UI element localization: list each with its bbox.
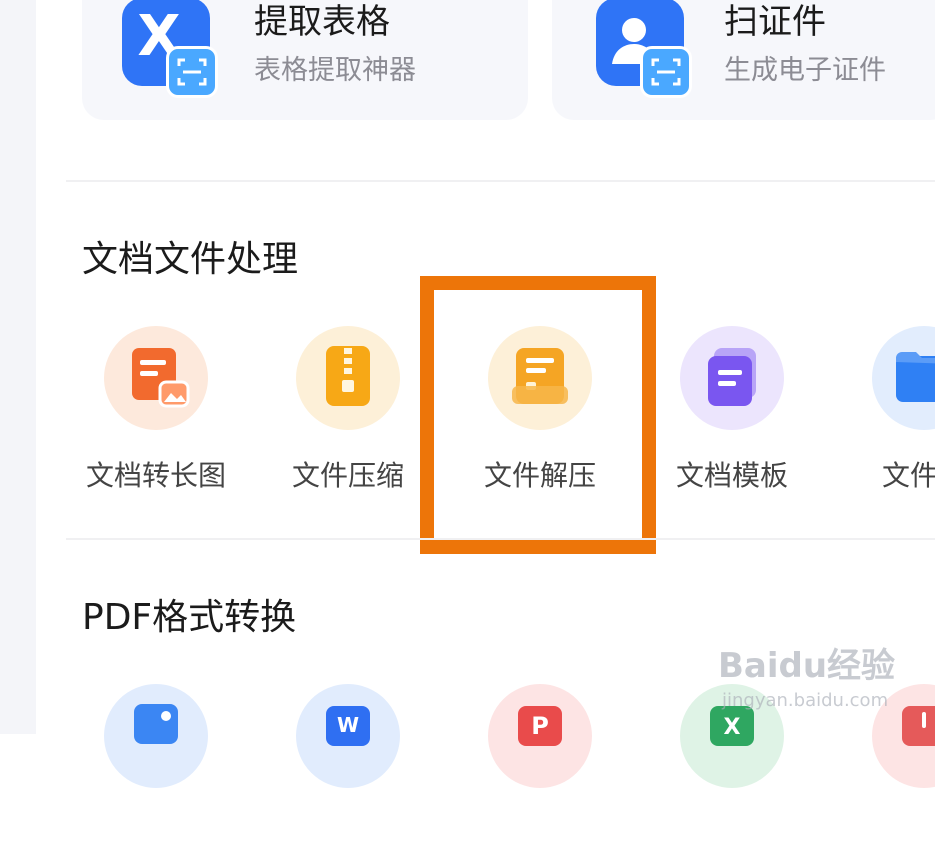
divider <box>66 538 935 540</box>
watermark-url: jingyan.baidu.com <box>722 690 889 711</box>
card-subtitle: 表格提取神器 <box>254 55 416 86</box>
tool-label: 文档转长图 <box>85 459 226 492</box>
section-title-pdf-convert: PDF格式转换 <box>82 597 297 638</box>
card-title: 提取表格 <box>254 2 390 42</box>
watermark: Baidu经验 jingyan.baidu.com <box>718 628 918 718</box>
pdf-icon: P <box>488 684 592 788</box>
folder-icon <box>872 326 935 430</box>
tool-pdf-to-word[interactable]: W <box>246 684 446 864</box>
left-edge-strip <box>0 0 36 734</box>
highlight-box <box>420 276 656 554</box>
svg-text:W: W <box>337 713 359 737</box>
card-subtitle: 生成电子证件 <box>724 55 886 86</box>
doc-to-long-image-icon <box>104 326 208 430</box>
extract-table-card[interactable]: X 提取表格 表格提取神器 <box>82 0 528 120</box>
id-card-scan-icon <box>596 0 692 98</box>
tool-doc-template[interactable]: 文档模板 <box>630 326 830 506</box>
zip-compress-icon <box>296 326 400 430</box>
scan-badge-icon <box>166 46 218 98</box>
tool-file-directory[interactable]: 文件目 <box>822 326 935 506</box>
scan-badge-icon <box>640 46 692 98</box>
watermark-logo: Baidu经验 <box>718 646 896 686</box>
pdf-to-word-icon: W <box>296 684 400 788</box>
tool-label: 文档模板 <box>675 459 788 492</box>
tool-label: 文件目 <box>881 459 935 492</box>
divider <box>66 180 935 182</box>
section-title-doc-processing: 文档文件处理 <box>82 239 299 280</box>
svg-text:P: P <box>531 712 549 740</box>
doc-template-icon <box>680 326 784 430</box>
table-extract-icon: X <box>122 0 218 98</box>
tool-pdf-to-image[interactable] <box>54 684 254 864</box>
pdf-to-image-icon <box>104 684 208 788</box>
card-title: 扫证件 <box>724 2 826 42</box>
svg-text:X: X <box>724 715 741 740</box>
tool-pdf[interactable]: P <box>438 684 638 864</box>
tool-doc-to-long-image[interactable]: 文档转长图 <box>54 326 254 506</box>
scan-id-card[interactable]: 扫证件 生成电子证件 <box>552 0 935 120</box>
tool-file-compress[interactable]: 文件压缩 <box>246 326 446 506</box>
